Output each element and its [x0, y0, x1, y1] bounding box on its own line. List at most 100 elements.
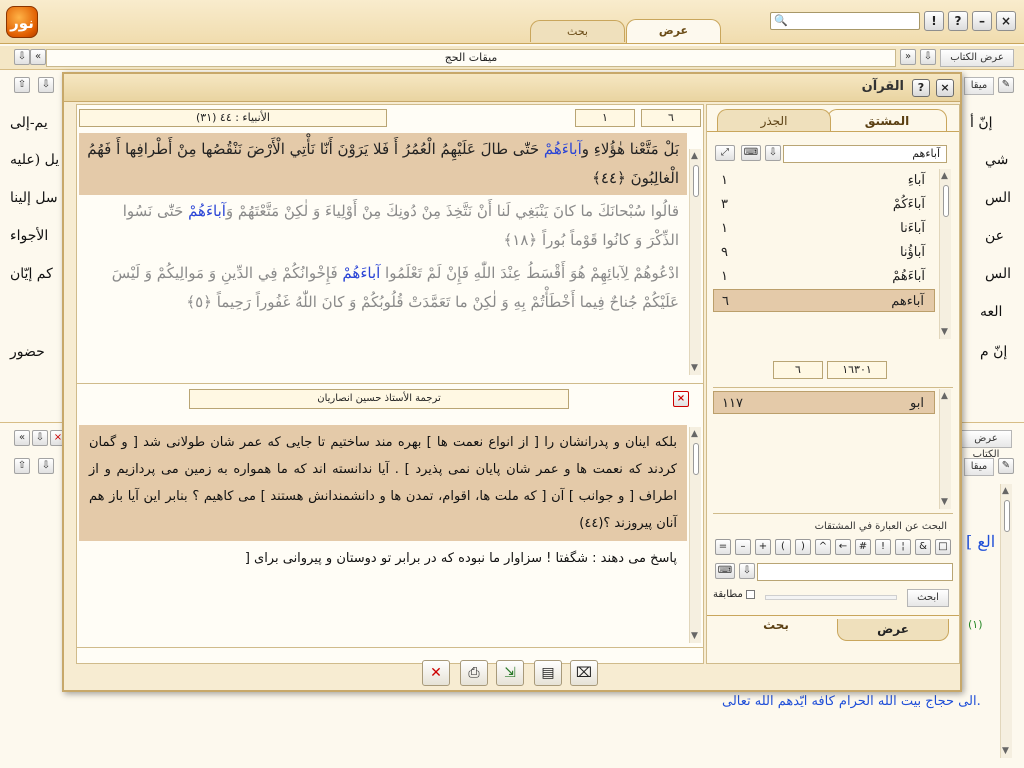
down-arrow-icon[interactable]: ⇩ [739, 563, 755, 579]
search-word-input[interactable]: آباءهم [783, 145, 947, 163]
app-logo[interactable]: نور [6, 6, 38, 38]
operator-button[interactable]: = [715, 539, 731, 555]
bg-text-line: يم-إلى [10, 115, 48, 131]
tab-search[interactable]: بحث [530, 20, 625, 42]
expand-icon[interactable]: ⤢ [715, 145, 735, 161]
list-item[interactable]: آباءِ ١ [713, 169, 935, 192]
match-checkbox[interactable] [746, 589, 755, 599]
double-left-icon[interactable]: « [14, 430, 30, 446]
operator-button[interactable]: – [735, 539, 751, 555]
operator-button[interactable]: ( [775, 539, 791, 555]
scroll-thumb[interactable] [693, 165, 699, 197]
scroll-down-icon[interactable]: ▼ [941, 327, 948, 337]
alert-button[interactable]: ! [924, 11, 944, 31]
ayat-scrollbar[interactable]: ▲ ▼ [689, 149, 701, 375]
list-item[interactable]: آباءَنا ١ [713, 217, 935, 240]
close-button[interactable]: × [996, 11, 1016, 31]
verse-to-field[interactable]: ٦ [641, 109, 701, 127]
ayah-text: قالُوا سُبْحانَكَ ما كانَ يَنْبَغِي لَنا… [225, 202, 679, 220]
scroll-up-icon[interactable]: ▲ [691, 429, 698, 439]
translation-item[interactable]: پاسخ مى دهند : شگفتا ! سزاوار ما نبوده ک… [79, 541, 687, 576]
down-arrow-icon[interactable]: ⇩ [14, 49, 30, 65]
keyboard-icon[interactable]: ⌨ [715, 563, 735, 579]
operator-button[interactable]: # [855, 539, 871, 555]
match-option[interactable]: مطابقة [713, 589, 763, 605]
root-word: ابو [910, 396, 924, 411]
tab-derived[interactable]: المشتق [827, 109, 947, 131]
translation-title[interactable]: ترجمة الأستاذ حسين انصاريان [189, 389, 569, 409]
translation-item[interactable]: بلکه اينان و پدرانشان را [ از انواع نعمت… [79, 425, 687, 541]
derivatives-scrollbar[interactable]: ▲ ▼ [939, 169, 951, 339]
scroll-down-icon[interactable]: ▼ [691, 631, 698, 641]
export-icon[interactable]: ⇲ [496, 660, 524, 686]
scroll-up-icon[interactable]: ▲ [941, 391, 948, 401]
translation-scrollbar[interactable]: ▲ ▼ [689, 427, 701, 643]
list-item[interactable]: آباءَهُمْ ١ [713, 265, 935, 288]
operator-button[interactable]: □ [935, 539, 951, 555]
scroll-down-icon[interactable]: ▼ [941, 497, 948, 507]
top-search-input[interactable]: 🔍 [770, 12, 920, 30]
phrase-input[interactable] [757, 563, 953, 581]
list-item[interactable]: آباؤُنا ٩ [713, 241, 935, 264]
tab-view[interactable]: عرض [626, 19, 721, 43]
operator-button[interactable]: + [755, 539, 771, 555]
operator-button[interactable]: ) [795, 539, 811, 555]
double-left-icon[interactable]: « [30, 49, 46, 65]
scroll-thumb[interactable] [1004, 500, 1010, 532]
print-icon[interactable]: ⎙ [460, 660, 488, 686]
operator-button[interactable]: ¦ [895, 539, 911, 555]
search-button[interactable]: ابحث [907, 589, 949, 607]
ayah-item[interactable]: بَلْ مَتَّعْنا هٰؤُلاءِ وآباءَهُمْ حَتّٰ… [79, 133, 687, 195]
list-item[interactable]: آباءَكُمْ ٣ [713, 193, 935, 216]
root-scrollbar[interactable]: ▲ ▼ [939, 389, 951, 509]
close-icon[interactable]: ✕ [422, 660, 450, 686]
up-arrow-icon[interactable]: ⇧ [14, 77, 30, 93]
keyboard-icon[interactable]: ⌨ [741, 145, 761, 161]
bg-text-line: العه [980, 304, 1003, 320]
operator-button[interactable]: ^ [815, 539, 831, 555]
up-arrow-icon[interactable]: ⇧ [14, 458, 30, 474]
down-arrow-icon[interactable]: ⇩ [32, 430, 48, 446]
tab-root[interactable]: الجذر [717, 109, 831, 131]
bg-scrollbar[interactable]: ▲ ▼ [1000, 484, 1012, 758]
down-arrow-icon[interactable]: ⇩ [38, 77, 54, 93]
mini-view-button[interactable]: ميقا [964, 458, 994, 476]
operator-button[interactable]: ! [875, 539, 891, 555]
bg-text-line: حضور [10, 344, 45, 360]
scroll-thumb[interactable] [693, 443, 699, 475]
help-button[interactable]: ? [912, 79, 930, 97]
scroll-up-icon[interactable]: ▲ [1002, 486, 1009, 496]
pencil-icon[interactable]: ✎ [998, 458, 1014, 474]
help-button[interactable]: ? [948, 11, 968, 31]
close-translation-icon[interactable]: × [673, 391, 689, 407]
operator-button[interactable]: ← [835, 539, 851, 555]
ayah-item[interactable]: ادْعُوهُمْ لِآبائِهِمْ هُوَ أَقْسَطُ عِن… [79, 257, 687, 319]
book-view-button[interactable]: عرض الكتاب [960, 430, 1012, 460]
book-view-button[interactable]: عرض الكتاب [940, 49, 1014, 67]
down-arrow-icon[interactable]: ⇩ [920, 49, 936, 65]
mini-view-button[interactable]: ميقا [964, 77, 994, 95]
divider [77, 647, 703, 648]
close-button[interactable]: × [936, 79, 954, 97]
surah-field[interactable]: (٣١) الأنبياء : ٤٤ [79, 109, 387, 127]
scroll-thumb[interactable] [943, 185, 949, 217]
root-item[interactable]: ابو ١١٧ [713, 391, 935, 414]
down-arrow-icon[interactable]: ⇩ [765, 145, 781, 161]
pencil-icon[interactable]: ✎ [998, 77, 1014, 93]
operator-button[interactable]: & [915, 539, 931, 555]
tab-bottom-view[interactable]: عرض [837, 619, 949, 641]
ayah-item[interactable]: قالُوا سُبْحانَكَ ما كانَ يَنْبَغِي لَنا… [79, 195, 687, 257]
tab-bottom-search[interactable]: بحث [717, 615, 835, 637]
clear-print-icon[interactable]: ⌧ [570, 660, 598, 686]
minimize-button[interactable]: – [972, 11, 992, 31]
scroll-down-icon[interactable]: ▼ [1002, 746, 1009, 756]
down-arrow-icon[interactable]: ⇩ [38, 458, 54, 474]
scroll-up-icon[interactable]: ▲ [941, 171, 948, 181]
verse-from-field[interactable]: ١ [575, 109, 635, 127]
scroll-down-icon[interactable]: ▼ [691, 363, 698, 373]
scroll-up-icon[interactable]: ▲ [691, 151, 698, 161]
document-icon[interactable]: ▤ [534, 660, 562, 686]
double-right-icon[interactable]: » [900, 49, 916, 65]
derivative-count: ١ [721, 221, 728, 236]
list-item-selected[interactable]: آباءهم ٦ [713, 289, 935, 312]
